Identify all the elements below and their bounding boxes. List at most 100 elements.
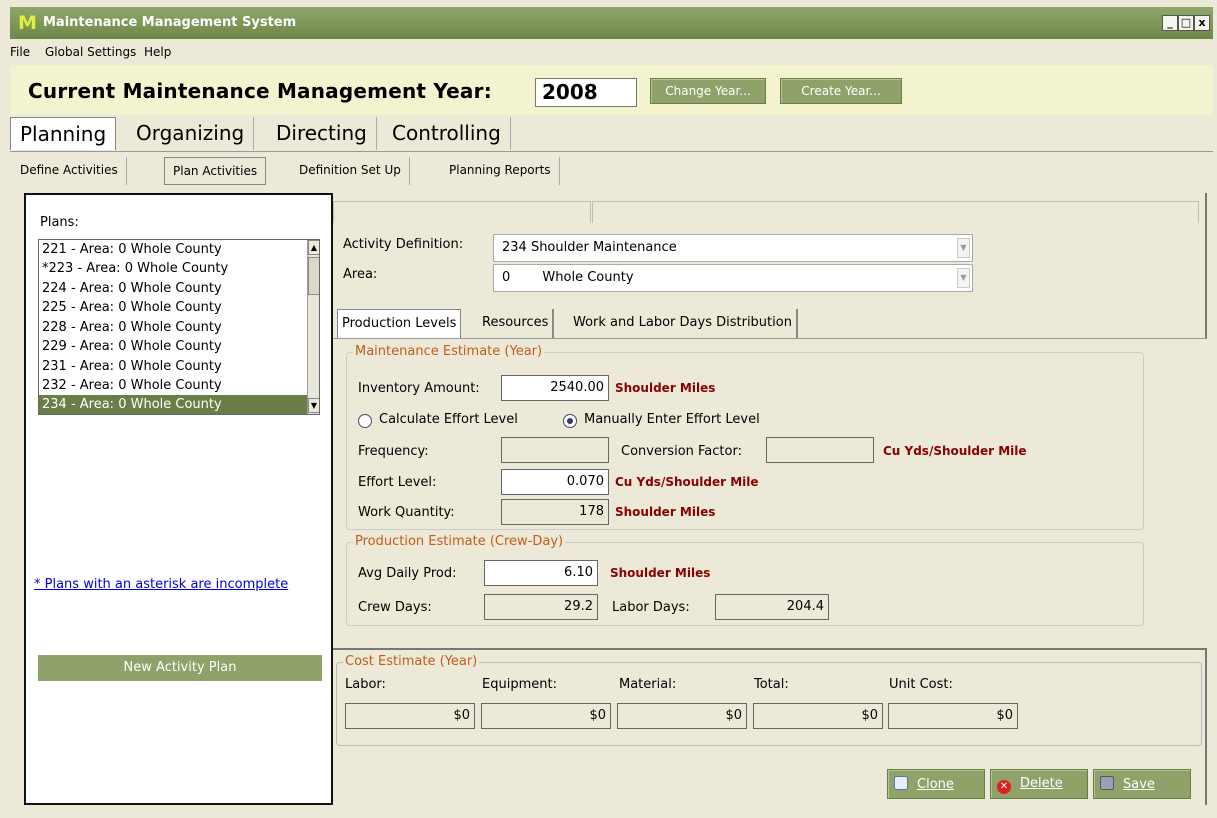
manual-effort-radio[interactable] (563, 414, 577, 428)
plans-scrollbar[interactable]: ▲ ▼ (307, 240, 319, 414)
activity-definition-value: 234 Shoulder Maintenance (502, 240, 677, 255)
crew-days-field: 29.2 (484, 594, 598, 620)
equipment-cost-field: $0 (481, 703, 611, 729)
menu-file[interactable]: File (10, 45, 30, 59)
production-estimate-title: Production Estimate (Crew-Day) (353, 534, 566, 549)
inner-tabs: Production Levels Resources Work and Lab… (337, 309, 1197, 339)
menu-help[interactable]: Help (144, 45, 171, 59)
material-cost-field: $0 (617, 703, 747, 729)
list-item[interactable]: 228 - Area: 0 Whole County (39, 318, 307, 338)
activity-definition-select[interactable]: 234 Shoulder Maintenance ▼ (493, 234, 973, 262)
year-bar: Current Maintenance Management Year: 200… (10, 65, 1213, 115)
manual-effort-label: Manually Enter Effort Level (584, 412, 760, 427)
title-bar: M Maintenance Management System _ □ x (10, 7, 1213, 39)
effort-level-field[interactable]: 0.070 (501, 469, 609, 495)
conversion-unit: Cu Yds/Shoulder Mile (883, 444, 1027, 458)
work-quantity-label: Work Quantity: (358, 505, 455, 520)
scroll-down-icon[interactable]: ▼ (308, 398, 319, 413)
cost-estimate-title: Cost Estimate (Year) (343, 654, 480, 669)
tab-planning-reports[interactable]: Planning Reports (441, 157, 560, 185)
maximize-button[interactable]: □ (1178, 15, 1194, 31)
new-activity-plan-button[interactable]: New Activity Plan (38, 655, 322, 681)
clone-icon (894, 776, 908, 790)
frequency-field[interactable] (501, 437, 609, 463)
conversion-factor-field[interactable] (766, 437, 874, 463)
list-item[interactable]: 224 - Area: 0 Whole County (39, 279, 307, 299)
tab-controlling[interactable]: Controlling (383, 117, 511, 150)
plans-label: Plans: (40, 215, 79, 230)
header-strip (592, 201, 1199, 223)
close-button[interactable]: x (1194, 15, 1210, 31)
chevron-down-icon[interactable]: ▼ (957, 238, 970, 258)
inventory-amount-field[interactable]: 2540.00 (501, 375, 609, 401)
change-year-button[interactable]: Change Year... (650, 78, 766, 104)
save-button[interactable]: Save (1093, 769, 1191, 799)
list-item[interactable]: 221 - Area: 0 Whole County (39, 240, 307, 260)
clone-button[interactable]: Clone (887, 769, 985, 799)
year-field[interactable]: 2008 (535, 78, 637, 107)
tab-work-labor-distribution[interactable]: Work and Labor Days Distribution (569, 309, 798, 338)
list-item[interactable]: 225 - Area: 0 Whole County (39, 298, 307, 318)
create-year-button[interactable]: Create Year... (780, 78, 902, 104)
tab-planning[interactable]: Planning (10, 117, 117, 150)
delete-button[interactable]: ✕ Delete (990, 769, 1088, 799)
conversion-factor-label: Conversion Factor: (621, 444, 742, 459)
tab-define-activities[interactable]: Define Activities (12, 157, 127, 185)
year-label: Current Maintenance Management Year: (28, 79, 492, 103)
work-quantity-field: 178 (501, 499, 609, 525)
tab-definition-set-up[interactable]: Definition Set Up (291, 157, 410, 185)
calculate-effort-label: Calculate Effort Level (379, 412, 518, 427)
labor-days-field: 204.4 (715, 594, 829, 620)
header-strip (333, 201, 591, 223)
list-item[interactable]: *223 - Area: 0 Whole County (39, 259, 307, 279)
equipment-cost-label: Equipment: (482, 677, 557, 692)
crew-days-label: Crew Days: (358, 600, 432, 615)
plan-detail-panel: Activity Definition: 234 Shoulder Mainte… (333, 193, 1207, 805)
menu-bar: File Global Settings Help (10, 39, 1213, 65)
labor-days-label: Labor Days: (612, 600, 690, 615)
labor-cost-label: Labor: (345, 677, 386, 692)
inventory-unit: Shoulder Miles (615, 381, 716, 395)
list-item[interactable]: 232 - Area: 0 Whole County (39, 376, 307, 396)
scroll-up-icon[interactable]: ▲ (308, 240, 319, 255)
menu-global-settings[interactable]: Global Settings (45, 45, 136, 59)
tab-directing[interactable]: Directing (267, 117, 377, 150)
list-item-selected[interactable]: 234 - Area: 0 Whole County (39, 395, 307, 414)
material-cost-label: Material: (619, 677, 677, 692)
main-tabs: Planning Organizing Directing Controllin… (10, 117, 1213, 151)
frequency-label: Frequency: (358, 444, 429, 459)
app-logo-icon: M (18, 12, 37, 34)
maintenance-estimate-group: Maintenance Estimate (Year) Inventory Am… (346, 344, 1144, 530)
effort-level-unit: Cu Yds/Shoulder Mile (615, 475, 759, 489)
cost-estimate-group: Cost Estimate (Year) Labor: Equipment: M… (336, 654, 1202, 746)
effort-level-label: Effort Level: (358, 475, 437, 490)
window-title: Maintenance Management System (43, 15, 297, 30)
save-disk-icon (1100, 776, 1114, 790)
scroll-thumb[interactable] (308, 257, 319, 295)
tab-resources[interactable]: Resources (478, 309, 555, 338)
area-code: 0 (502, 270, 511, 285)
production-levels-panel: Maintenance Estimate (Year) Inventory Am… (333, 338, 1207, 650)
plans-list[interactable]: 221 - Area: 0 Whole County *223 - Area: … (38, 239, 320, 415)
maintenance-estimate-title: Maintenance Estimate (Year) (353, 344, 545, 359)
incomplete-plans-note[interactable]: * Plans with an asterisk are incomplete (34, 577, 288, 592)
area-select[interactable]: 0 Whole County ▼ (493, 264, 973, 292)
tab-organizing[interactable]: Organizing (127, 117, 255, 150)
calculate-effort-radio[interactable] (358, 414, 372, 428)
avg-daily-prod-unit: Shoulder Miles (610, 566, 711, 580)
avg-daily-prod-field[interactable]: 6.10 (484, 560, 598, 586)
total-cost-field: $0 (753, 703, 883, 729)
tab-production-levels[interactable]: Production Levels (337, 309, 462, 338)
production-estimate-group: Production Estimate (Crew-Day) Avg Daily… (346, 534, 1144, 626)
list-item[interactable]: 229 - Area: 0 Whole County (39, 337, 307, 357)
minimize-button[interactable]: _ (1162, 15, 1178, 31)
area-name: Whole County (542, 270, 634, 285)
avg-daily-prod-label: Avg Daily Prod: (358, 566, 457, 581)
list-item[interactable]: 231 - Area: 0 Whole County (39, 357, 307, 377)
work-quantity-unit: Shoulder Miles (615, 505, 716, 519)
labor-cost-field: $0 (345, 703, 475, 729)
tab-plan-activities[interactable]: Plan Activities (164, 157, 267, 185)
unit-cost-label: Unit Cost: (889, 677, 953, 692)
activity-definition-label: Activity Definition: (343, 237, 464, 252)
chevron-down-icon[interactable]: ▼ (957, 268, 970, 288)
